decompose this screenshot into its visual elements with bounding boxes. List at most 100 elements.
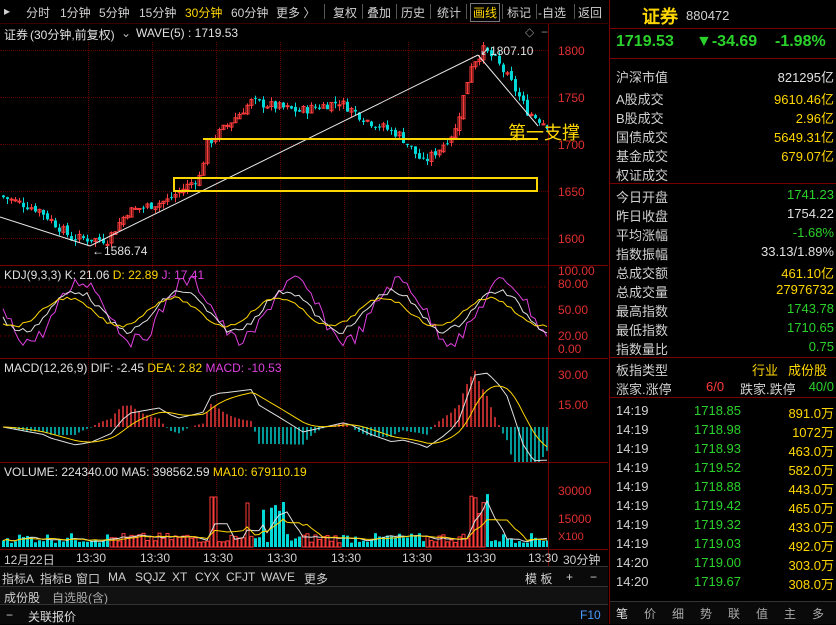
fuquan-button[interactable]: 复权: [333, 4, 357, 21]
x-label: 13:30: [267, 551, 298, 565]
high-value: 1807.10: [490, 44, 534, 58]
stat-label: 板指类型: [616, 363, 669, 378]
stat-value: 9610.46亿: [774, 92, 834, 107]
tab-indicator-b[interactable]: 指标B: [40, 570, 72, 587]
collapse-icon[interactable]: −: [541, 25, 548, 39]
down-count: 40/0: [808, 379, 834, 394]
stat-label: 最低指数: [616, 323, 669, 338]
statistics-button[interactable]: 统计: [437, 4, 461, 21]
x-label: 13:30: [402, 551, 433, 565]
stat-row: 昨日收盘 1754.22: [616, 205, 834, 224]
updown-row: 涨家.涨停 6/0 跌家.跌停 40/0: [616, 378, 834, 397]
f10-button[interactable]: F10: [580, 608, 601, 622]
security-name: 证券: [4, 28, 29, 42]
tab-multi[interactable]: 多: [812, 605, 824, 622]
volume-bar: [254, 538, 257, 547]
divider: [610, 58, 836, 59]
mark-button[interactable]: 标记: [507, 4, 531, 21]
volume-bar: [98, 542, 101, 547]
support-zone-box[interactable]: [173, 177, 538, 192]
tab-more[interactable]: 更多: [304, 570, 328, 587]
tab-cyx[interactable]: CYX: [195, 570, 220, 584]
stat-label: 今日开盘: [616, 190, 669, 205]
period-tab-more[interactable]: 更多 〉: [276, 4, 315, 21]
candlestick-chart[interactable]: [0, 42, 548, 265]
quote-code: 880472: [686, 8, 730, 23]
volume-bar: [161, 537, 166, 548]
volume-bar: [201, 541, 206, 548]
stat-value: 1743.78: [787, 301, 834, 316]
tab-window[interactable]: 窗口: [76, 570, 100, 587]
volume-bar: [386, 535, 389, 547]
history-button[interactable]: 历史: [401, 4, 425, 21]
related-quotes[interactable]: 关联报价: [28, 608, 76, 625]
quote-name: 证券: [642, 7, 678, 27]
volume-bar: [177, 536, 182, 548]
main-chart-info: 证券 (30分钟,前复权) ⌄ WAVE(5) : 1719.53 ◇ −: [0, 24, 608, 42]
period-tab-60min[interactable]: 60分钟: [231, 4, 268, 21]
candle-body: [82, 236, 85, 239]
sub-tabs: 成份股 自选股(含): [0, 586, 608, 605]
quote-panel: 证券 880472 1719.53 ▼-34.69 -1.98% 沪深市值 82…: [609, 0, 836, 624]
tick-time: 14:19: [616, 498, 649, 513]
tick-amount: 492.0万: [788, 539, 834, 554]
tab-cfjt[interactable]: CFJT: [226, 570, 255, 584]
tab-trend[interactable]: 势: [700, 605, 712, 622]
period-tab-15min[interactable]: 15分钟: [139, 4, 176, 21]
period-tab-1min[interactable]: 1分钟: [60, 4, 91, 21]
candle-body: [274, 101, 277, 109]
stat-label: 指数量比: [616, 342, 669, 357]
tab-linked[interactable]: 联: [728, 605, 740, 622]
tick-row: 14:19 1718.88 443.0万: [616, 478, 834, 497]
board-type-industry[interactable]: 行业: [752, 360, 778, 379]
support-annotation[interactable]: 第一支撑: [508, 119, 580, 145]
tab-trades[interactable]: 笔: [616, 605, 628, 622]
volume-bar: [350, 542, 353, 547]
candle-body: [434, 151, 437, 156]
downtrend-line[interactable]: [477, 54, 539, 127]
tick-row: 14:20 1719.67 308.0万: [616, 573, 834, 592]
tab-sqjz[interactable]: SQJZ: [135, 570, 166, 584]
period-tab-dropdown-icon[interactable]: ▸: [4, 4, 10, 18]
tab-price[interactable]: 价: [644, 605, 656, 622]
volume-bar: [498, 541, 501, 547]
tab-value[interactable]: 值: [756, 605, 768, 622]
volume-bar: [425, 536, 430, 548]
expand-icon[interactable]: −: [6, 608, 13, 622]
volume-bar: [2, 540, 5, 547]
tab-main[interactable]: 主: [784, 605, 796, 622]
stat-label: 国债成交: [616, 130, 669, 145]
board-type-constituents[interactable]: 成份股: [788, 360, 827, 379]
macd-dif-line: [2, 372, 548, 462]
volume-bar: [346, 535, 349, 547]
candle-body: [17, 200, 22, 203]
add-indicator-button[interactable]: +: [566, 570, 573, 584]
candle-body: [9, 198, 14, 201]
tab-xt[interactable]: XT: [172, 570, 187, 584]
volume-bar: [422, 541, 425, 547]
tab-indicator-a[interactable]: 指标A: [2, 570, 34, 587]
toolbar-divider: [396, 4, 397, 19]
tick-time: 14:19: [616, 441, 649, 456]
candle-body: [374, 126, 377, 128]
back-button[interactable]: 返回: [578, 4, 602, 21]
overlay-button[interactable]: 叠加: [367, 4, 391, 21]
stat-value: 33.13/1.89%: [760, 244, 834, 259]
tab-detail[interactable]: 细: [672, 605, 684, 622]
diamond-icon[interactable]: ◇: [525, 25, 534, 39]
period-tab-timeshare[interactable]: 分时: [26, 4, 50, 21]
volume-bar: [237, 537, 242, 548]
period-tab-30min[interactable]: 30分钟: [185, 4, 222, 21]
wave-line: [0, 216, 91, 247]
indicator-dropdown-icon[interactable]: ⌄: [121, 26, 131, 40]
tick-amount: 1072万: [792, 425, 834, 440]
remove-indicator-button[interactable]: −: [590, 570, 597, 584]
draw-line-button[interactable]: 画线: [470, 3, 501, 22]
tab-wave[interactable]: WAVE: [261, 570, 295, 584]
candle-body: [98, 237, 101, 240]
watchlist-button[interactable]: -自选: [538, 4, 566, 21]
template-button[interactable]: 模 板: [525, 570, 552, 587]
candle-body: [26, 207, 29, 210]
period-tab-5min[interactable]: 5分钟: [99, 4, 130, 21]
tab-ma[interactable]: MA: [108, 570, 126, 584]
